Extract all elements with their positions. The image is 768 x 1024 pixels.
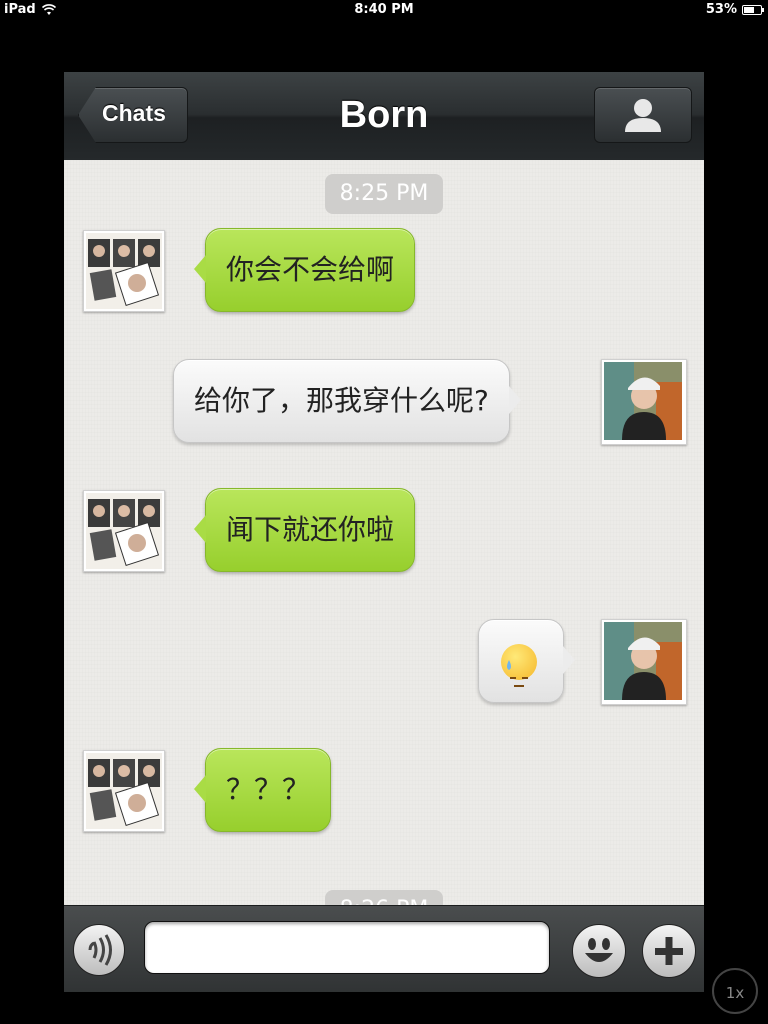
plus-icon [655, 937, 683, 965]
message-bubble-received[interactable]: ？？？ [194, 748, 332, 832]
message-bubble-sent[interactable]: 给你了，那我穿什么呢? [173, 359, 521, 443]
battery-icon [742, 4, 764, 15]
message-bubble-received[interactable]: 你会不会给啊 [194, 228, 416, 312]
status-time: 8:40 PM [354, 2, 414, 17]
message-bubble-received[interactable]: 闻下就还你啦 [194, 488, 416, 572]
bubble-tail [194, 255, 206, 283]
contact-avatar[interactable] [83, 490, 165, 572]
contact-profile-button[interactable] [594, 87, 692, 143]
emoji-picker-button[interactable] [572, 924, 626, 978]
message-text: 给你了，那我穿什么呢? [194, 384, 489, 417]
smiley-icon [585, 938, 613, 962]
message-text: 闻下就还你啦 [226, 513, 395, 546]
contact-avatar[interactable] [83, 230, 165, 312]
bubble-tail [194, 515, 206, 543]
nav-bar: Chats Born [64, 72, 704, 161]
bubble-tail [508, 386, 521, 414]
message-text: 你会不会给啊 [226, 253, 395, 286]
voice-icon [88, 934, 112, 966]
attach-button[interactable] [642, 924, 696, 978]
chat-window: Chats Born 8:25 PM 你会不会给啊 给你了，那我穿什么呢? 闻下… [64, 72, 704, 992]
message-bubble-sent[interactable] [478, 619, 575, 703]
contact-avatar[interactable] [83, 750, 165, 832]
person-icon [625, 99, 661, 132]
user-avatar[interactable] [601, 619, 687, 705]
bubble-tail [563, 646, 575, 674]
battery-percent: 53% [705, 2, 737, 17]
voice-input-button[interactable] [73, 924, 125, 976]
status-bar: iPad 8:40 PM 53% [0, 0, 768, 20]
timestamp-label: 8:26 PM [325, 890, 443, 905]
bubble-tail [194, 775, 206, 803]
sweat-emoji-icon [501, 644, 537, 687]
zoom-toggle-button[interactable]: 1x [712, 968, 758, 1014]
message-text: ？？？ [226, 773, 311, 806]
user-avatar[interactable] [601, 359, 687, 445]
message-input[interactable] [144, 921, 550, 974]
message-list[interactable]: 8:25 PM 你会不会给啊 给你了，那我穿什么呢? 闻下就还你啦 ？？？ [64, 160, 704, 905]
input-bar [64, 905, 704, 992]
timestamp-label: 8:25 PM [325, 174, 443, 214]
